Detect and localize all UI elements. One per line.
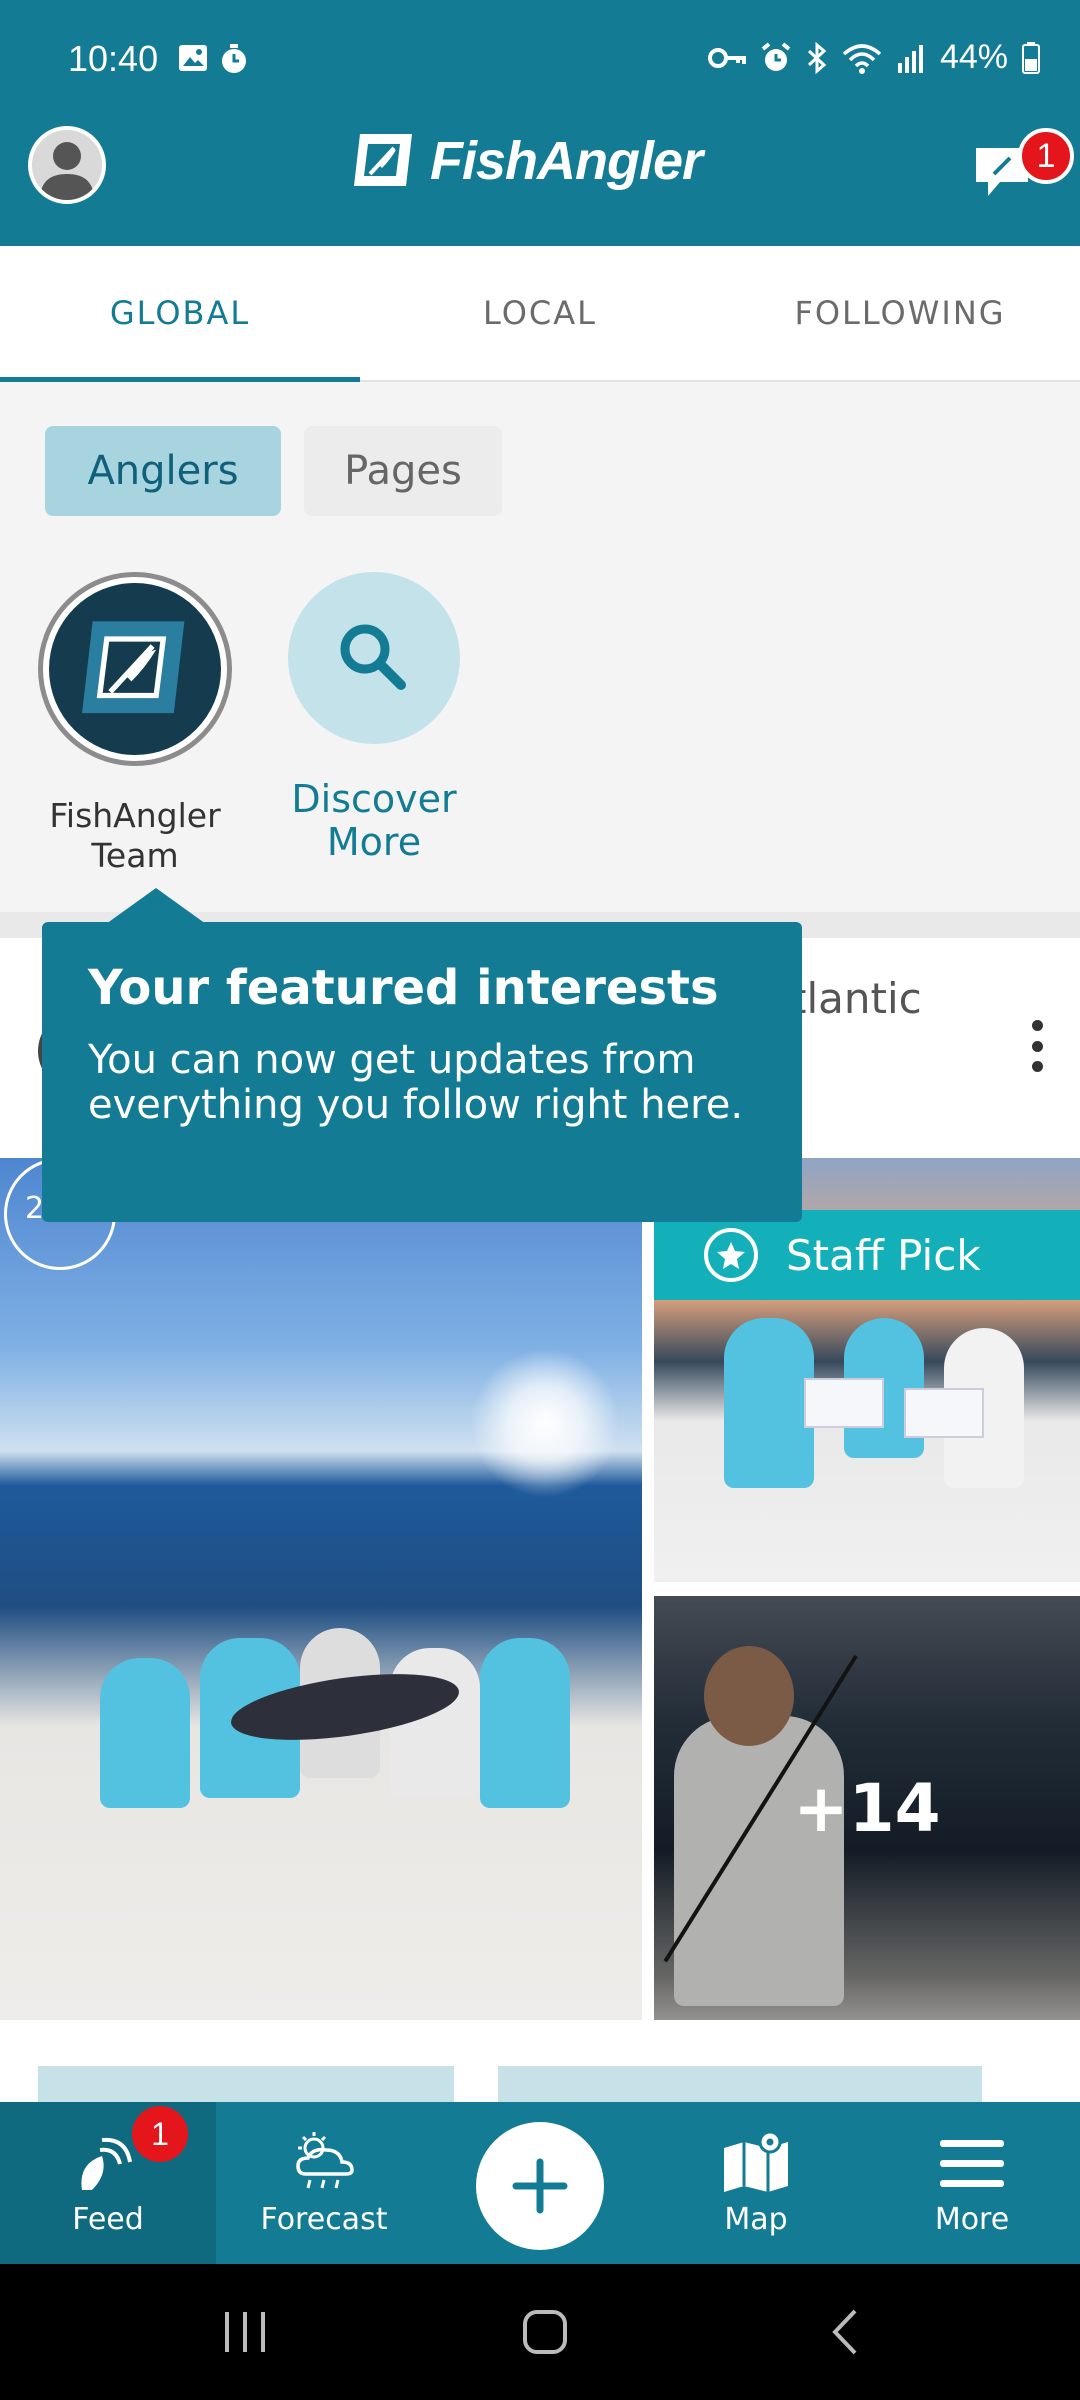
tab-global[interactable]: GLOBAL — [0, 246, 360, 382]
gallery-icon — [179, 45, 207, 71]
discover-more-label: Discover More — [291, 777, 457, 864]
app-name: FishAngler — [430, 131, 703, 191]
profile-avatar[interactable] — [28, 126, 106, 204]
home-button[interactable] — [500, 2264, 590, 2400]
battery-icon — [1022, 41, 1040, 74]
fishangler-team-label: FishAngler Team — [49, 796, 221, 875]
photo-angler — [100, 1658, 190, 1808]
status-notification-icons — [178, 44, 248, 74]
photo-marlin-poster — [904, 1388, 984, 1438]
photo-angler — [724, 1318, 814, 1488]
timer-icon — [222, 44, 246, 73]
post-options-icon[interactable] — [1032, 1020, 1044, 1072]
featured-interests-tooltip[interactable]: Your featured interests You can now get … — [42, 888, 802, 1222]
feed-badge: 1 — [132, 2106, 188, 2162]
post-title: tlantic — [790, 974, 922, 1023]
more-photos-count: +14 — [654, 1596, 1080, 2020]
feed-tabs: GLOBAL LOCAL FOLLOWING — [0, 246, 1080, 382]
next-card-peek — [498, 2066, 982, 2106]
tab-local[interactable]: LOCAL — [360, 246, 720, 380]
staff-pick-banner: Staff Pick — [654, 1210, 1080, 1300]
fishangler-logo-icon — [82, 621, 185, 714]
nav-more-label: More — [934, 2202, 1010, 2237]
nav-forecast[interactable]: Forecast — [216, 2102, 432, 2264]
signal-icon — [897, 44, 923, 73]
map-icon — [724, 2130, 788, 2192]
app-header: 10:40 44% FishAngler 1 — [0, 0, 1080, 246]
bluetooth-icon — [807, 41, 827, 74]
back-button[interactable] — [800, 2264, 890, 2400]
anglers-chip[interactable]: Anglers — [45, 426, 281, 516]
discover-more-button[interactable] — [288, 572, 460, 744]
recent-apps-icon — [225, 2312, 265, 2352]
app-logo: FishAngler — [350, 130, 703, 192]
chat-badge: 1 — [1018, 128, 1074, 184]
add-icon — [512, 2158, 568, 2214]
photo-marlin-poster — [804, 1378, 884, 1428]
nav-forecast-label: Forecast — [260, 2202, 388, 2237]
post-photo-more[interactable]: +14 — [654, 1596, 1080, 2020]
pages-chip[interactable]: Pages — [304, 426, 502, 516]
nav-map[interactable]: Map — [648, 2102, 864, 2264]
next-card-peek — [38, 2066, 454, 2106]
nav-feed-label: Feed — [72, 2202, 144, 2237]
status-bar: 10:40 44% — [0, 0, 1080, 120]
wifi-icon — [842, 43, 882, 74]
star-icon — [704, 1228, 758, 1282]
tab-following[interactable]: FOLLOWING — [720, 246, 1080, 380]
forecast-icon — [296, 2132, 354, 2189]
status-system-icons: 44% — [707, 38, 1040, 77]
vpn-key-icon — [707, 47, 746, 68]
fishangler-team-avatar[interactable] — [38, 572, 232, 766]
tooltip-title: Your featured interests — [88, 960, 719, 1016]
tooltip-body: You can now get updates from everything … — [88, 1037, 744, 1128]
user-silhouette-icon — [40, 142, 94, 200]
sun-glare — [470, 1348, 620, 1498]
alarm-icon — [761, 41, 791, 71]
nav-map-label: Map — [724, 2202, 788, 2237]
staff-pick-label: Staff Pick — [786, 1230, 981, 1280]
fishangler-logo-icon — [354, 134, 412, 186]
photo-angler — [480, 1638, 570, 1808]
search-icon — [340, 624, 406, 690]
menu-icon — [940, 2140, 1004, 2187]
battery-percentage: 44% — [939, 38, 1008, 76]
recent-apps-button[interactable] — [200, 2264, 290, 2400]
system-navigation-bar — [0, 2264, 1080, 2400]
home-icon — [523, 2310, 567, 2354]
post-photo-main[interactable] — [0, 1158, 642, 2020]
back-icon — [832, 2309, 857, 2355]
nav-more[interactable]: More — [864, 2102, 1080, 2264]
status-time: 10:40 — [68, 38, 159, 79]
fishangler-team-logo — [49, 583, 221, 755]
add-post-button[interactable] — [476, 2122, 604, 2250]
